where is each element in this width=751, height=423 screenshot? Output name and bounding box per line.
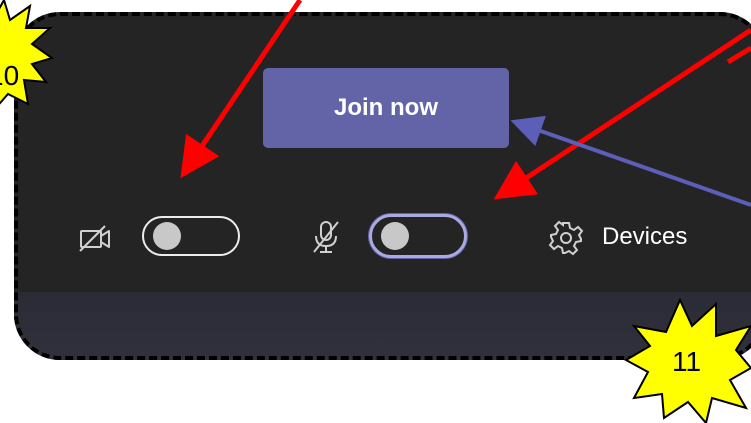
red-arrow-to-mic-toggle <box>493 27 751 200</box>
badge-10-number: 10 <box>0 60 20 91</box>
annotation-overlay <box>0 0 751 423</box>
blue-arrow-to-join-button <box>510 115 751 207</box>
red-arrow-right-edge <box>726 45 751 65</box>
badge-10-starburst <box>0 0 55 106</box>
red-arrow-to-camera-toggle <box>180 0 303 179</box>
badge-11-number: 11 <box>672 346 702 377</box>
